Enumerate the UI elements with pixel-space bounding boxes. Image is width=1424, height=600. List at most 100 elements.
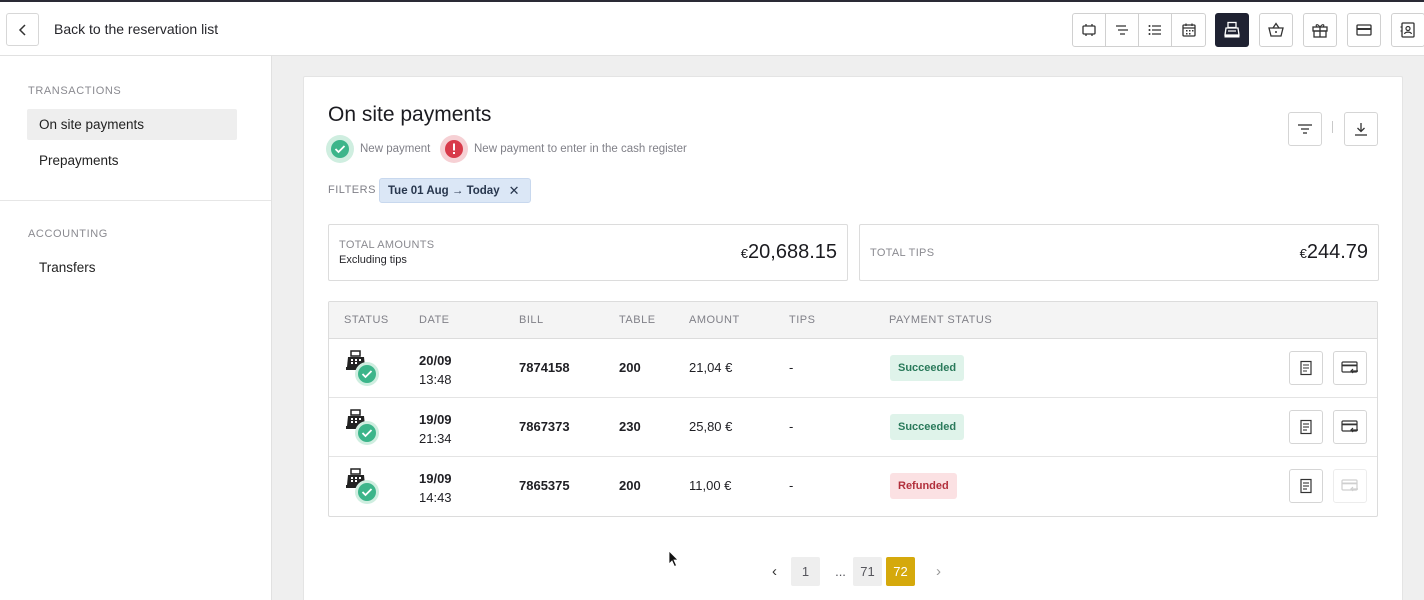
row-date: 19/09 21:34 (419, 410, 452, 448)
gift-box-icon[interactable] (1303, 13, 1337, 47)
row-tips: - (789, 360, 794, 375)
column-header-amount: AMOUNT (689, 314, 740, 326)
pagination-prev[interactable]: ‹ (760, 557, 789, 586)
basket-icon[interactable] (1259, 13, 1293, 47)
row-bill: 7865375 (519, 478, 570, 493)
legend-new-payment: New payment (326, 135, 430, 163)
floor-plan-icon[interactable] (1073, 14, 1106, 46)
header-separator (1332, 121, 1333, 133)
total-tips-value: €244.79 (1300, 241, 1368, 264)
receipt-icon (1300, 478, 1312, 494)
cash-register-icon[interactable] (1215, 13, 1249, 47)
pagination-page-first[interactable]: 1 (791, 557, 820, 586)
status-badge: Succeeded (890, 355, 965, 381)
total-amounts-number: 20,688.15 (748, 241, 837, 263)
total-tips-card: TOTAL TIPS €244.79 (859, 224, 1379, 281)
success-check-icon (326, 135, 354, 163)
total-amounts-value: €20,688.15 (741, 241, 837, 264)
row-table: 230 (619, 419, 641, 434)
row-table: 200 (619, 478, 641, 493)
date-filter-chip-label: Tue 01 Aug → Today (388, 184, 500, 197)
sidebar-item-on-site-payments[interactable]: On site payments (27, 109, 237, 140)
currency-symbol: € (740, 246, 749, 261)
download-button[interactable] (1344, 112, 1378, 146)
top-bar: Back to the reservation list (0, 2, 1424, 56)
page-title: On site payments (328, 103, 492, 126)
sidebar: TRANSACTIONS On site payments Prepayment… (0, 56, 272, 600)
chevron-left-icon (18, 23, 26, 36)
card-refund-icon (1341, 361, 1358, 374)
date-filter-chip[interactable]: Tue 01 Aug → Today ✕ (379, 178, 531, 203)
table-row[interactable]: 20/09 13:48 7874158 200 21,04 € - Succee… (329, 339, 1377, 398)
legend-new-payment-cash-label: New payment to enter in the cash registe… (474, 143, 687, 155)
receipt-button[interactable] (1289, 410, 1323, 444)
receipt-button[interactable] (1289, 469, 1323, 503)
filters-label: FILTERS (328, 184, 376, 196)
row-bill: 7867373 (519, 419, 570, 434)
row-date-time: 21:34 (419, 431, 452, 446)
card-refund-icon (1341, 420, 1358, 433)
cash-register-success-icon (346, 350, 379, 386)
download-icon (1355, 123, 1367, 136)
payments-card: On site payments New payment New payment… (303, 76, 1403, 600)
card-icon[interactable] (1347, 13, 1381, 47)
sidebar-divider (0, 200, 271, 201)
back-label[interactable]: Back to the reservation list (54, 21, 218, 37)
list-icon[interactable] (1139, 14, 1172, 46)
row-date: 20/09 13:48 (419, 351, 452, 389)
section-heading-transactions: TRANSACTIONS (28, 85, 122, 97)
cash-register-success-icon (346, 468, 379, 504)
row-date-day: 19/09 (419, 471, 452, 486)
mouse-cursor-icon (668, 550, 679, 568)
refund-button[interactable] (1333, 410, 1367, 444)
total-amounts-label: TOTAL AMOUNTS (339, 239, 435, 251)
receipt-button[interactable] (1289, 351, 1323, 385)
total-amounts-sub: Excluding tips (339, 254, 407, 266)
legend-new-payment-label: New payment (360, 143, 431, 155)
status-badge: Succeeded (890, 414, 965, 440)
legend-new-payment-cash: New payment to enter in the cash registe… (440, 135, 687, 163)
receipt-icon (1300, 360, 1312, 376)
card-refund-icon (1341, 479, 1358, 492)
row-amount: 11,00 € (689, 478, 732, 493)
table-header: STATUS DATE BILL TABLE AMOUNT TIPS PAYME… (329, 302, 1377, 339)
total-tips-number: 244.79 (1306, 241, 1368, 263)
row-date: 19/09 14:43 (419, 469, 452, 507)
refund-button-disabled (1333, 469, 1367, 503)
row-date-time: 13:48 (419, 372, 452, 387)
row-tips: - (789, 478, 794, 493)
alert-icon (440, 135, 468, 163)
table-row[interactable]: 19/09 14:43 7865375 200 11,00 € - Refund… (329, 457, 1377, 516)
status-badge: Refunded (890, 473, 957, 499)
sidebar-item-transfers[interactable]: Transfers (27, 252, 237, 283)
currency-symbol: € (1299, 246, 1307, 261)
calendar-icon[interactable] (1172, 14, 1205, 46)
cash-register-success-icon (346, 409, 379, 445)
row-date-time: 14:43 (419, 490, 452, 505)
filter-icon (1298, 124, 1312, 134)
row-amount: 21,04 € (689, 360, 733, 375)
row-tips: - (789, 419, 794, 434)
column-header-status: STATUS (344, 314, 389, 326)
timeline-icon[interactable] (1106, 14, 1139, 46)
column-header-payment-status: PAYMENT STATUS (889, 314, 993, 326)
back-button[interactable] (6, 13, 39, 46)
pagination-page-prev[interactable]: 71 (853, 557, 882, 586)
pagination-next[interactable]: › (924, 557, 953, 586)
column-header-table: TABLE (619, 314, 656, 326)
column-header-bill: BILL (519, 314, 544, 326)
total-amounts-card: TOTAL AMOUNTS Excluding tips €20,688.15 (328, 224, 848, 281)
row-table: 200 (619, 360, 641, 375)
table-row[interactable]: 19/09 21:34 7867373 230 25,80 € - Succee… (329, 398, 1377, 457)
sidebar-item-prepayments[interactable]: Prepayments (27, 145, 237, 176)
filter-button[interactable] (1288, 112, 1322, 146)
view-toolbar (1072, 13, 1206, 47)
row-date-day: 19/09 (419, 412, 452, 427)
close-icon[interactable]: ✕ (509, 183, 520, 199)
total-tips-label: TOTAL TIPS (870, 247, 935, 259)
row-amount: 25,80 € (689, 419, 733, 434)
pagination-ellipsis: ... (835, 564, 846, 579)
contact-book-icon[interactable] (1391, 13, 1424, 47)
pagination-page-current[interactable]: 72 (886, 557, 915, 586)
refund-button[interactable] (1333, 351, 1367, 385)
